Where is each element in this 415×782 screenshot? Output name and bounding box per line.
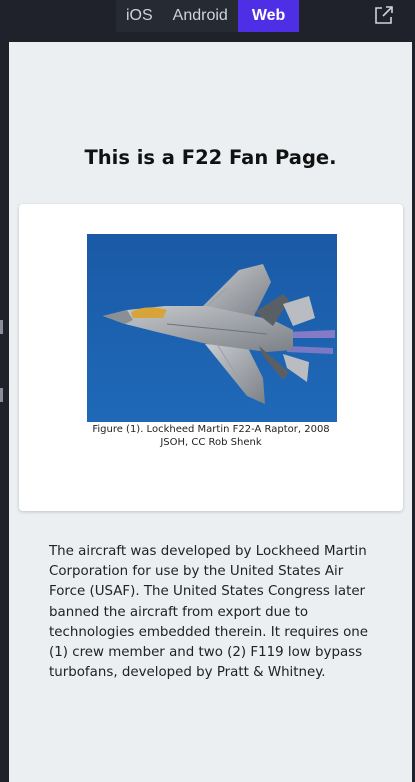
gutter-marker: [0, 320, 3, 334]
tab-android[interactable]: Android: [162, 0, 238, 32]
gutter-marker: [0, 388, 3, 402]
platform-tabs: iOS Android Web: [116, 0, 300, 32]
page-title: This is a F22 Fan Page.: [84, 146, 337, 169]
tab-ios[interactable]: iOS: [116, 0, 163, 32]
figure-caption: Figure (1). Lockheed Martin F22-A Raptor…: [19, 423, 403, 449]
left-gutter: [0, 42, 9, 782]
body-paragraph: The aircraft was developed by Lockheed M…: [49, 544, 368, 681]
figure-card: Figure (1). Lockheed Martin F22-A Raptor…: [19, 204, 403, 511]
preview-toolbar: iOS Android Web: [0, 0, 415, 42]
f22-raptor-image: [87, 234, 337, 422]
external-link-icon[interactable]: [372, 3, 396, 27]
caption-line: Figure (1). Lockheed Martin F22-A Raptor…: [92, 424, 330, 435]
caption-credit: JSOH, CC Rob Shenk: [160, 437, 262, 448]
web-preview[interactable]: This is a F22 Fan Page. Figure (1). Lock…: [9, 42, 412, 782]
tab-web[interactable]: Web: [237, 0, 300, 32]
